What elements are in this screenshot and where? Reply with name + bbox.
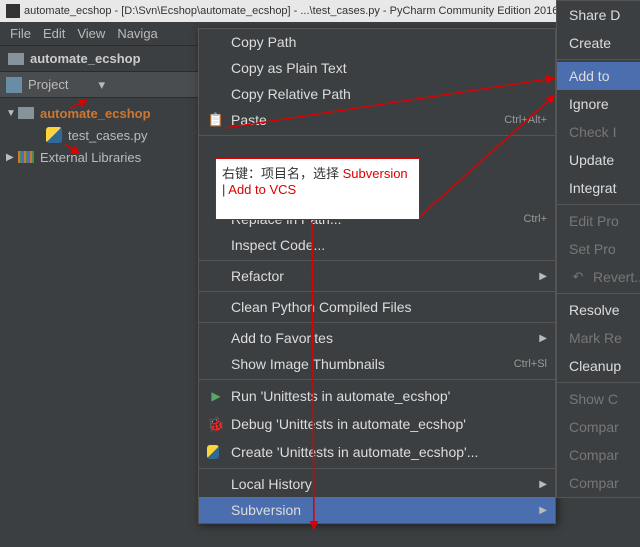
menu-refactor[interactable]: Refactor▶	[199, 263, 555, 289]
revert-icon: ↶	[569, 269, 587, 285]
tree-root-label: automate_ecshop	[40, 106, 151, 121]
submenu-cleanup[interactable]: Cleanup	[557, 352, 640, 380]
submenu-show-c[interactable]: Show C	[557, 385, 640, 413]
submenu-share[interactable]: Share D	[557, 1, 640, 29]
menu-file[interactable]: File	[4, 23, 37, 44]
folder-icon	[8, 53, 24, 65]
subversion-submenu: Share D Create Add to Ignore Check I Upd…	[556, 0, 640, 498]
submenu-arrow-icon: ▶	[539, 333, 547, 344]
menu-navigate[interactable]: Naviga	[111, 23, 163, 44]
separator	[199, 135, 555, 136]
separator	[557, 59, 640, 60]
expand-icon[interactable]: ▶	[6, 152, 18, 163]
submenu-mark[interactable]: Mark Re	[557, 324, 640, 352]
submenu-compar3[interactable]: Compar	[557, 469, 640, 497]
menu-paste[interactable]: 📋PasteCtrl+Alt+	[199, 107, 555, 133]
submenu-set-pro[interactable]: Set Pro	[557, 235, 640, 263]
menu-subversion[interactable]: Subversion▶	[199, 497, 555, 523]
submenu-revert[interactable]: ↶Revert...	[557, 263, 640, 291]
python-file-icon	[46, 127, 62, 143]
project-label: Project	[28, 77, 68, 92]
folder-icon	[18, 107, 34, 119]
annotation-tooltip: 右键：项目名，选择 Subversion | Add to VCS	[215, 158, 420, 220]
menu-inspect[interactable]: Inspect Code...	[199, 232, 555, 258]
tree-external-label: External Libraries	[40, 150, 141, 165]
separator	[199, 260, 555, 261]
menu-copy-plain[interactable]: Copy as Plain Text	[199, 55, 555, 81]
submenu-arrow-icon: ▶	[539, 505, 547, 516]
titlebar: automate_ecshop - [D:\Svn\Ecshop\automat…	[0, 0, 640, 22]
run-icon: ▶	[207, 389, 225, 403]
navbar-project[interactable]: automate_ecshop	[30, 51, 141, 66]
app-icon	[6, 4, 20, 18]
submenu-compar1[interactable]: Compar	[557, 413, 640, 441]
menu-copy-relative[interactable]: Copy Relative Path	[199, 81, 555, 107]
separator	[199, 291, 555, 292]
debug-icon: 🐞	[207, 416, 225, 433]
menu-copy-path[interactable]: Copy Path	[199, 29, 555, 55]
tree-file-label: test_cases.py	[68, 128, 148, 143]
menu-clean[interactable]: Clean Python Compiled Files	[199, 294, 555, 320]
submenu-check[interactable]: Check I	[557, 118, 640, 146]
titlebar-text: automate_ecshop - [D:\Svn\Ecshop\automat…	[24, 5, 577, 17]
menu-edit[interactable]: Edit	[37, 23, 71, 44]
submenu-update[interactable]: Update	[557, 146, 640, 174]
submenu-ignore[interactable]: Ignore	[557, 90, 640, 118]
menu-debug[interactable]: 🐞Debug 'Unittests in automate_ecshop'	[199, 410, 555, 438]
menu-view[interactable]: View	[71, 23, 111, 44]
menu-favorites[interactable]: Add to Favorites▶	[199, 325, 555, 351]
separator	[199, 322, 555, 323]
context-menu: Copy Path Copy as Plain Text Copy Relati…	[198, 28, 556, 524]
submenu-integrate[interactable]: Integrat	[557, 174, 640, 202]
submenu-compar2[interactable]: Compar	[557, 441, 640, 469]
clipboard-icon: 📋	[207, 112, 225, 128]
library-icon	[18, 151, 34, 163]
submenu-arrow-icon: ▶	[539, 479, 547, 490]
submenu-create[interactable]: Create	[557, 29, 640, 57]
project-tool-icon	[6, 77, 22, 93]
menu-thumbnails[interactable]: Show Image ThumbnailsCtrl+Sl	[199, 351, 555, 377]
python-icon	[207, 445, 225, 459]
menu-create-test[interactable]: Create 'Unittests in automate_ecshop'...	[199, 438, 555, 466]
menu-run[interactable]: ▶Run 'Unittests in automate_ecshop'	[199, 382, 555, 410]
separator	[199, 379, 555, 380]
separator	[199, 468, 555, 469]
submenu-resolve[interactable]: Resolve	[557, 296, 640, 324]
submenu-arrow-icon: ▶	[539, 271, 547, 282]
dropdown-icon[interactable]: ▾	[98, 77, 105, 93]
separator	[557, 382, 640, 383]
submenu-add-to[interactable]: Add to	[557, 62, 640, 90]
menu-local-history[interactable]: Local History▶	[199, 471, 555, 497]
separator	[557, 293, 640, 294]
expand-icon[interactable]: ▼	[6, 108, 18, 119]
submenu-edit-pro[interactable]: Edit Pro	[557, 207, 640, 235]
separator	[557, 204, 640, 205]
